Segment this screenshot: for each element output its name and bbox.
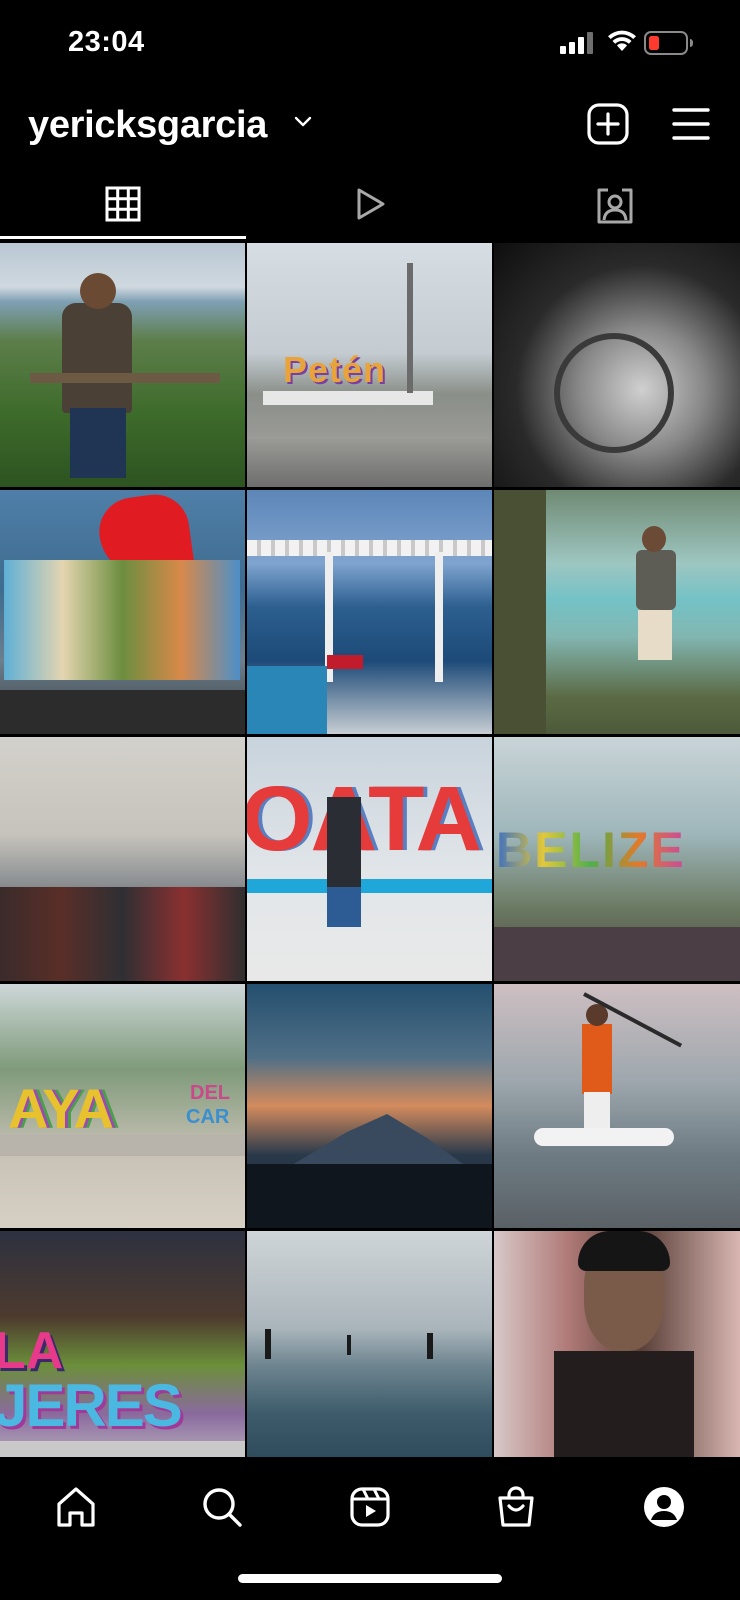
post-thumbnail[interactable]: [494, 490, 740, 734]
reels-play-icon: [357, 188, 385, 220]
profile-username[interactable]: yericksgarcia: [28, 104, 267, 147]
post-sign-text: CAR: [186, 1106, 230, 1128]
profile-tabs: [0, 180, 740, 236]
menu-icon[interactable]: [672, 106, 710, 142]
profile-icon: [644, 1487, 684, 1527]
tagged-person-icon: [597, 188, 633, 224]
nav-reels[interactable]: [340, 1477, 400, 1537]
post-thumbnail[interactable]: LA JERES: [0, 1231, 245, 1457]
post-thumbnail[interactable]: [247, 984, 492, 1228]
post-thumbnail[interactable]: [0, 243, 245, 487]
home-indicator[interactable]: [238, 1574, 502, 1583]
post-sign-text: AYA: [8, 1077, 114, 1140]
post-thumbnail[interactable]: [494, 984, 740, 1228]
status-bar: 23:04: [0, 0, 740, 84]
post-thumbnail[interactable]: AYA DEL CAR: [0, 984, 245, 1228]
add-post-icon[interactable]: [586, 102, 630, 146]
post-thumbnail[interactable]: BELIZE: [494, 737, 740, 981]
posts-grid: Petén OATA BELIZE AYA DEL CAR LA JERES: [0, 243, 740, 1457]
post-thumbnail[interactable]: [494, 1231, 740, 1457]
status-time: 23:04: [68, 26, 145, 58]
home-icon: [57, 1487, 95, 1527]
selected-tab-indicator: [0, 236, 246, 239]
reels-icon: [350, 1487, 390, 1527]
wifi-icon: [608, 30, 636, 51]
nav-profile[interactable]: [634, 1477, 694, 1537]
tab-tagged[interactable]: [492, 180, 738, 236]
shopping-bag-icon: [498, 1486, 534, 1527]
post-thumbnail[interactable]: [494, 243, 740, 487]
post-sign-text: DEL: [190, 1082, 230, 1104]
post-sign-text: JERES: [0, 1372, 183, 1439]
battery-low-icon: [644, 31, 693, 55]
post-thumbnail[interactable]: [247, 490, 492, 734]
nav-shop[interactable]: [486, 1477, 546, 1537]
post-thumbnail[interactable]: OATA: [247, 737, 492, 981]
post-sign-text: BELIZE: [496, 822, 686, 878]
post-sign-text: OATA: [247, 768, 482, 870]
post-thumbnail[interactable]: Petén: [247, 243, 492, 487]
post-thumbnail[interactable]: [0, 737, 245, 981]
cellular-signal-icon: [560, 32, 593, 54]
profile-header: yericksgarcia: [0, 96, 740, 156]
grid-icon: [105, 186, 141, 222]
tab-reels[interactable]: [246, 180, 492, 236]
post-thumbnail[interactable]: [247, 1231, 492, 1457]
search-icon: [203, 1488, 242, 1527]
post-sign-text: Petén: [283, 349, 387, 390]
nav-home[interactable]: [46, 1477, 106, 1537]
nav-search[interactable]: [192, 1477, 252, 1537]
tab-posts-grid[interactable]: [0, 180, 246, 236]
post-thumbnail[interactable]: [0, 490, 245, 734]
chevron-down-icon[interactable]: [294, 116, 312, 128]
